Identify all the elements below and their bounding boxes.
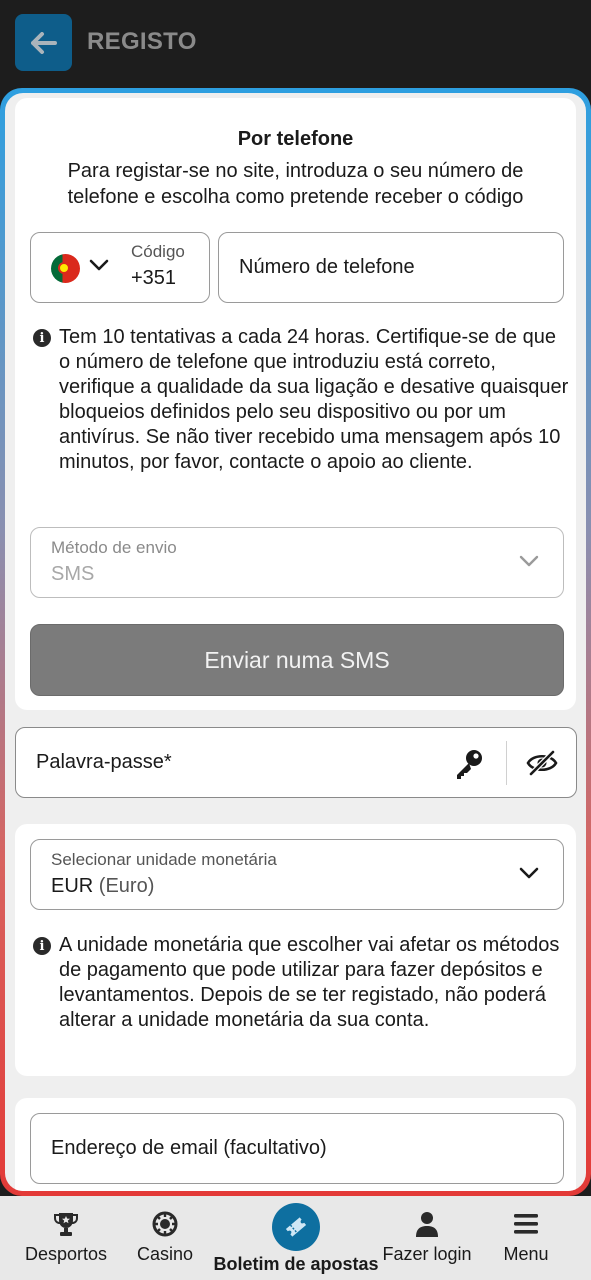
info-icon: i — [33, 329, 51, 347]
nav-login[interactable]: Fazer login — [380, 1196, 474, 1280]
divider — [506, 741, 507, 785]
send-method-label: Método de envio — [51, 538, 177, 557]
currency-info-text: A unidade monetária que escolher vai afe… — [59, 934, 560, 1031]
key-icon[interactable] — [452, 747, 486, 781]
currency-value: EUR (Euro) — [51, 875, 154, 898]
currency-section: Selecionar unidade monetária EUR (Euro) … — [15, 824, 576, 1076]
currency-label: Selecionar unidade monetária — [51, 850, 277, 869]
phone-number-input[interactable] — [239, 233, 549, 302]
country-code-value: +351 — [131, 267, 177, 289]
portugal-flag-icon — [51, 254, 80, 283]
info-icon: i — [33, 937, 51, 955]
email-input[interactable] — [51, 1114, 551, 1183]
currency-name: (Euro) — [98, 875, 155, 897]
send-method-select[interactable]: Método de envio SMS — [30, 527, 564, 598]
section-description: Para registar-se no site, introduza o se… — [67, 160, 524, 208]
phone-section: Por telefone Para registar-se no site, i… — [15, 98, 576, 710]
eye-off-icon[interactable] — [526, 749, 558, 777]
chevron-down-icon — [89, 259, 109, 271]
trophy-icon — [54, 1213, 78, 1236]
section-title: Por telefone — [237, 128, 354, 150]
nav-betslip[interactable]: Boletim de apostas — [213, 1196, 379, 1280]
send-sms-button[interactable]: Enviar numa SMS — [30, 624, 564, 696]
hamburger-icon — [514, 1214, 538, 1234]
chevron-down-icon — [519, 867, 539, 879]
nav-sports[interactable]: Desportos — [20, 1196, 112, 1280]
registration-frame: Por telefone Para registar-se no site, i… — [0, 88, 591, 1196]
country-code-label: Código — [131, 242, 185, 261]
currency-select[interactable]: Selecionar unidade monetária EUR (Euro) — [30, 839, 564, 910]
email-section — [15, 1098, 576, 1191]
currency-code: EUR — [51, 875, 94, 897]
password-input[interactable] — [36, 728, 436, 797]
nav-label: Desportos — [24, 1244, 108, 1264]
nav-label: Boletim de apostas — [213, 1254, 379, 1274]
nav-casino[interactable]: Casino — [122, 1196, 208, 1280]
user-icon — [416, 1212, 438, 1237]
send-method-value: SMS — [51, 563, 95, 585]
ticket-icon — [285, 1217, 307, 1237]
registration-form: Por telefone Para registar-se no site, i… — [5, 93, 586, 1191]
arrow-left-icon — [30, 31, 57, 54]
chevron-down-icon — [519, 555, 539, 567]
app-header: REGISTO — [0, 0, 591, 88]
bottom-navigation: Desportos Casino Boletim de apostas Faze… — [0, 1196, 591, 1280]
casino-chip-icon — [152, 1211, 178, 1237]
nav-label: Casino — [136, 1244, 194, 1264]
country-code-select[interactable]: Código +351 — [30, 232, 210, 303]
nav-menu[interactable]: Menu — [490, 1196, 562, 1280]
page-title: REGISTO — [87, 28, 197, 55]
attempts-info-text: Tem 10 tentativas a cada 24 horas. Certi… — [59, 326, 569, 473]
password-field[interactable] — [15, 727, 577, 798]
phone-number-field[interactable] — [218, 232, 564, 303]
back-button[interactable] — [15, 14, 72, 71]
email-field[interactable] — [30, 1113, 564, 1184]
nav-label: Fazer login — [382, 1244, 472, 1264]
nav-label: Menu — [503, 1244, 549, 1264]
